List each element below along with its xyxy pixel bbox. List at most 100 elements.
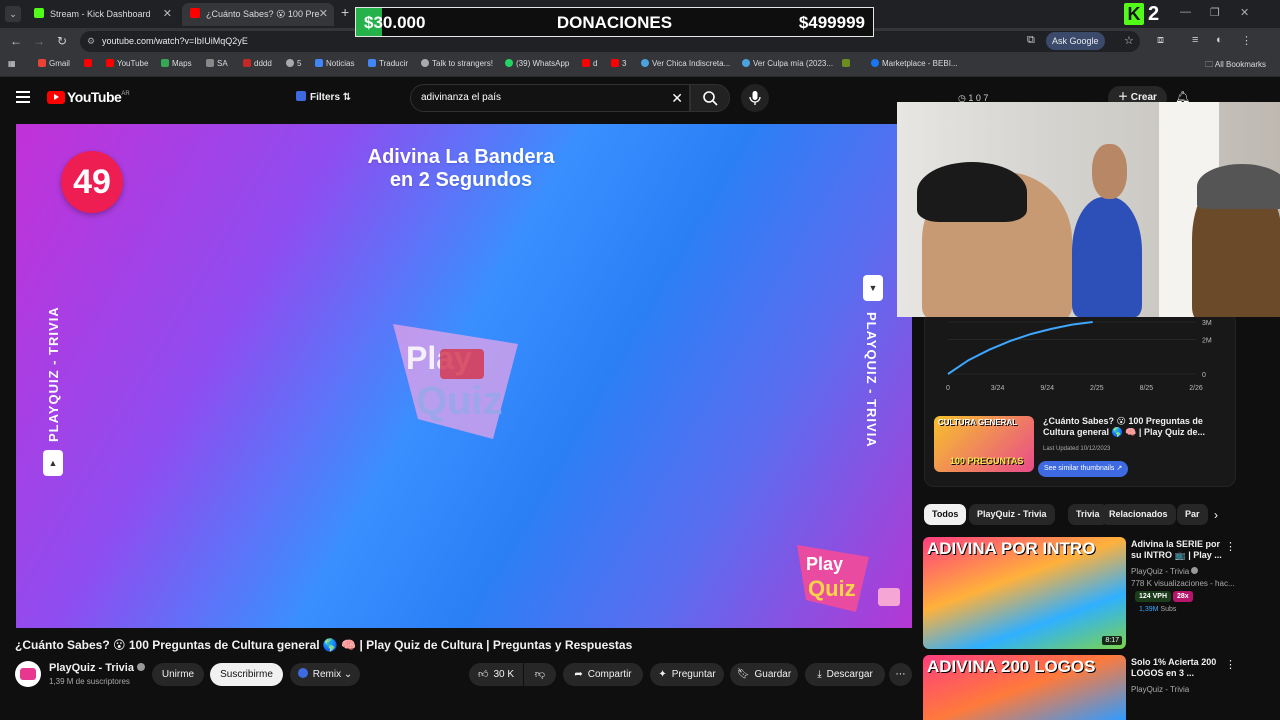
- install-icon[interactable]: ⧉: [1027, 34, 1035, 47]
- chart-x-ticks: 0 3/24 9/24 2/25 8/25 2/26: [946, 385, 1203, 392]
- channel-avatar[interactable]: [15, 661, 41, 687]
- rec-thumbnail[interactable]: ADIVINA POR INTRO 8:17: [923, 537, 1126, 649]
- close-icon[interactable]: ✕: [319, 3, 328, 26]
- maximize-icon[interactable]: ❐: [1210, 6, 1220, 19]
- save-button[interactable]: 🔖︎ Guardar: [730, 663, 798, 686]
- chip-relacionados[interactable]: Relacionados: [1101, 504, 1176, 525]
- ask-google-label: Ask Google: [1052, 36, 1099, 46]
- bookmark-label: Gmail: [49, 59, 70, 68]
- tab-search-button[interactable]: ⌄: [5, 6, 21, 22]
- views-line: [947, 321, 1093, 375]
- bookmark-5[interactable]: 5: [286, 59, 301, 68]
- extensions-icon[interactable]: ⧈: [1157, 34, 1164, 47]
- bookmark-star-icon[interactable]: ☆: [1124, 34, 1134, 47]
- more-vert-icon[interactable]: ⋮: [1225, 658, 1236, 671]
- bookmark-dddd[interactable]: dddd: [243, 59, 272, 68]
- filter-chips: Todos PlayQuiz - Trivia Trivia Relaciona…: [923, 504, 1228, 526]
- chip-todos[interactable]: Todos: [924, 504, 967, 525]
- reload-icon[interactable]: ↻: [57, 34, 67, 48]
- overlay-title-line1: Adivina La Bandera: [367, 146, 555, 168]
- share-button[interactable]: ➦ Compartir: [563, 663, 643, 686]
- kick-viewer-badge: K2: [1124, 3, 1159, 27]
- new-tab-icon[interactable]: +: [341, 4, 349, 20]
- rec-channel[interactable]: PlayQuiz - Trivia: [1131, 567, 1199, 576]
- youtube-logo[interactable]: YouTubeAR: [47, 89, 130, 107]
- more-vert-icon[interactable]: ⋮: [1225, 540, 1236, 553]
- tab-kick-dashboard[interactable]: Stream - Kick Dashboard ✕: [26, 3, 178, 26]
- bookmark-maps[interactable]: Maps: [161, 59, 192, 68]
- voice-search-button[interactable]: [741, 84, 769, 112]
- rec-channel[interactable]: PlayQuiz - Trivia: [1131, 685, 1189, 694]
- download-label: Descargar: [826, 669, 873, 680]
- youtube-play-icon: [47, 91, 65, 104]
- remix-button[interactable]: Remix ⌄: [290, 663, 360, 686]
- search-button[interactable]: [690, 84, 730, 112]
- y-tick-label: 3M: [1202, 320, 1212, 327]
- bookmark-ver-culpa[interactable]: Ver Culpa mía (2023...: [742, 59, 833, 68]
- mini-video-title[interactable]: ¿Cuánto Sabes? 😮 100 Preguntas de Cultur…: [1043, 416, 1223, 438]
- bookmark-sa[interactable]: SA: [206, 59, 228, 68]
- chip-par[interactable]: Par: [1177, 504, 1208, 525]
- back-icon[interactable]: ←: [10, 34, 22, 48]
- dislike-button[interactable]: 👎︎: [524, 663, 556, 686]
- rec-thumbnail[interactable]: ADIVINA 200 LOGOS: [923, 655, 1126, 720]
- bookmark-extra[interactable]: [842, 59, 853, 68]
- apps-icon[interactable]: ▦: [8, 59, 16, 68]
- rec-title[interactable]: Adivina la SERIE por su INTRO 📺 | Play .…: [1131, 539, 1231, 561]
- side-label-left: PLAYQUIZ - TRIVIA: [46, 306, 61, 442]
- verified-icon: [136, 663, 145, 671]
- bookmark-3[interactable]: 3: [611, 59, 626, 68]
- join-button[interactable]: Unirme: [152, 663, 204, 686]
- ask-button[interactable]: ✦ Preguntar: [650, 663, 724, 686]
- subscribe-button[interactable]: Suscribirme: [210, 663, 283, 686]
- video-player[interactable]: 49 Adivina La Bandera en 2 Segundos PLAY…: [16, 124, 912, 628]
- mini-logo-icon: [878, 588, 900, 606]
- bookmark-label: Noticias: [326, 59, 355, 68]
- bookmark-label: SA: [217, 59, 228, 68]
- ask-google-button[interactable]: Ask Google: [1046, 32, 1105, 50]
- bookmark-traducir[interactable]: Traducir: [368, 59, 408, 68]
- bookmark-noticias[interactable]: Noticias: [315, 59, 354, 68]
- friend-cap: [1197, 164, 1280, 209]
- bookmark-ver-chica[interactable]: Ver Chica Indiscreta...: [641, 59, 730, 68]
- tab-label: ¿Cuánto Sabes? 😮 100 Pre: [206, 9, 320, 19]
- close-window-icon[interactable]: ✕: [1240, 6, 1249, 19]
- like-button[interactable]: 👍︎ 30 K: [469, 663, 523, 686]
- bookmark-youtube-1[interactable]: [84, 59, 95, 68]
- filters-button[interactable]: Filters ⇅: [296, 91, 351, 103]
- site-info-icon[interactable]: ⚙: [87, 31, 95, 52]
- play-button-icon: [440, 349, 484, 379]
- channel-name-link[interactable]: PlayQuiz - Trivia: [49, 662, 145, 674]
- clear-search-icon[interactable]: ✕: [671, 85, 683, 111]
- profile-icon[interactable]: ◐: [1216, 34, 1223, 46]
- bookmark-talk-to-strangers[interactable]: Talk to strangers!: [421, 59, 493, 68]
- download-button[interactable]: ⤓ Descargar: [805, 663, 885, 686]
- menu-icon[interactable]: [16, 91, 30, 106]
- subscriber-count: 1,39 M de suscriptores: [49, 677, 130, 686]
- close-icon[interactable]: ✕: [163, 3, 172, 26]
- bookmark-marketplace[interactable]: Marketplace - BEBI...: [871, 59, 958, 68]
- rec-title[interactable]: Solo 1% Acierta 200 LOGOS en 3 ...: [1131, 657, 1231, 679]
- bookmark-youtube[interactable]: YouTube: [106, 59, 148, 68]
- all-bookmarks-button[interactable]: 🗀 All Bookmarks: [1205, 59, 1266, 73]
- forward-icon[interactable]: →: [33, 34, 45, 48]
- chart-grid: [948, 321, 1196, 375]
- see-similar-thumbnails-button[interactable]: See similar thumbnails ↗: [1038, 461, 1129, 477]
- corner-logo-word-play: Play: [806, 554, 843, 574]
- mini-thumbnail[interactable]: CULTURA GENERAL 100 PREGUNTAS: [934, 416, 1034, 472]
- bookmark-icon: [243, 59, 251, 67]
- bookmark-whatsapp[interactable]: (39) WhatsApp: [505, 59, 569, 68]
- search-input[interactable]: adivinanza el país ✕: [410, 84, 690, 112]
- tab-youtube-video[interactable]: ¿Cuánto Sabes? 😮 100 Pre ✕: [182, 3, 334, 26]
- chevron-right-icon[interactable]: ›: [1214, 508, 1218, 522]
- save-label: Guardar: [754, 669, 792, 680]
- more-actions-button[interactable]: ⋯: [889, 663, 912, 686]
- whatsapp-icon: [505, 59, 513, 67]
- bookmark-d[interactable]: d: [582, 59, 597, 68]
- chip-playquiz-trivia[interactable]: PlayQuiz - Trivia: [969, 504, 1055, 525]
- minimize-icon[interactable]: —: [1180, 6, 1191, 18]
- chevron-down-icon: ⌄: [343, 669, 353, 680]
- bookmark-gmail[interactable]: Gmail: [38, 59, 70, 68]
- media-controls-icon[interactable]: ≡: [1192, 34, 1198, 46]
- browser-menu-icon[interactable]: ⋮: [1241, 34, 1252, 47]
